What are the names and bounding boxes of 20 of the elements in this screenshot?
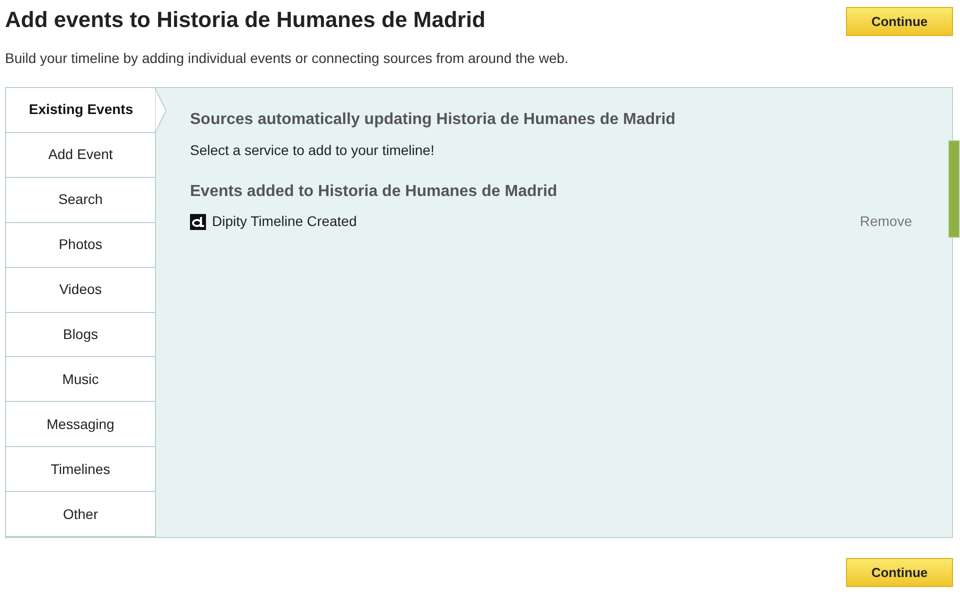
sidebar-tab[interactable]: Search bbox=[6, 178, 156, 223]
sidebar-tab[interactable]: Blogs bbox=[6, 312, 156, 358]
sidebar-tab[interactable]: Messaging bbox=[6, 402, 156, 448]
continue-button[interactable]: Continue bbox=[846, 7, 953, 36]
remove-link[interactable]: Remove bbox=[860, 211, 912, 232]
sidebar-tab[interactable]: Photos bbox=[6, 222, 156, 268]
timeline-logo-icon bbox=[190, 214, 206, 230]
sidebar-tab[interactable]: Videos bbox=[6, 268, 156, 313]
event-name: Dipity Timeline Created bbox=[212, 212, 357, 231]
sources-heading: Sources automatically updating Historia de Humanes de Madrid bbox=[190, 110, 676, 130]
sidebar-tab[interactable]: Other bbox=[6, 492, 156, 538]
sidebar-tab[interactable]: Timelines bbox=[6, 447, 156, 492]
sidebar-tab[interactable]: Add Event bbox=[6, 132, 156, 178]
side-tab[interactable] bbox=[948, 140, 960, 238]
sidebar-tab[interactable]: Music bbox=[6, 357, 156, 402]
continue-button[interactable]: Continue bbox=[846, 558, 953, 587]
events-heading: Events added to Historia de Humanes de Madrid bbox=[190, 182, 558, 202]
page-subtitle: Build your timeline by adding individual events or connecting sources from around the web. bbox=[4, 49, 570, 68]
sources-hint: Select a service to add to your timeline! bbox=[190, 141, 436, 160]
page-title: Add events to Historia de Humanes de Madrid bbox=[5, 6, 486, 34]
